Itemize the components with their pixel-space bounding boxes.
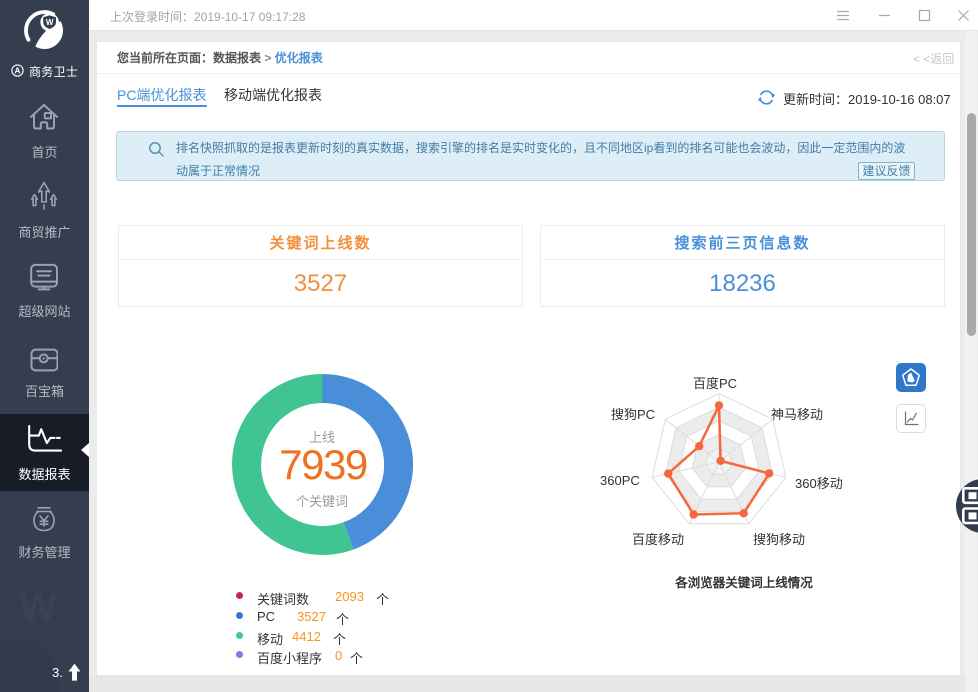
svg-text:A: A <box>14 66 20 76</box>
svg-text:W: W <box>46 18 54 27</box>
